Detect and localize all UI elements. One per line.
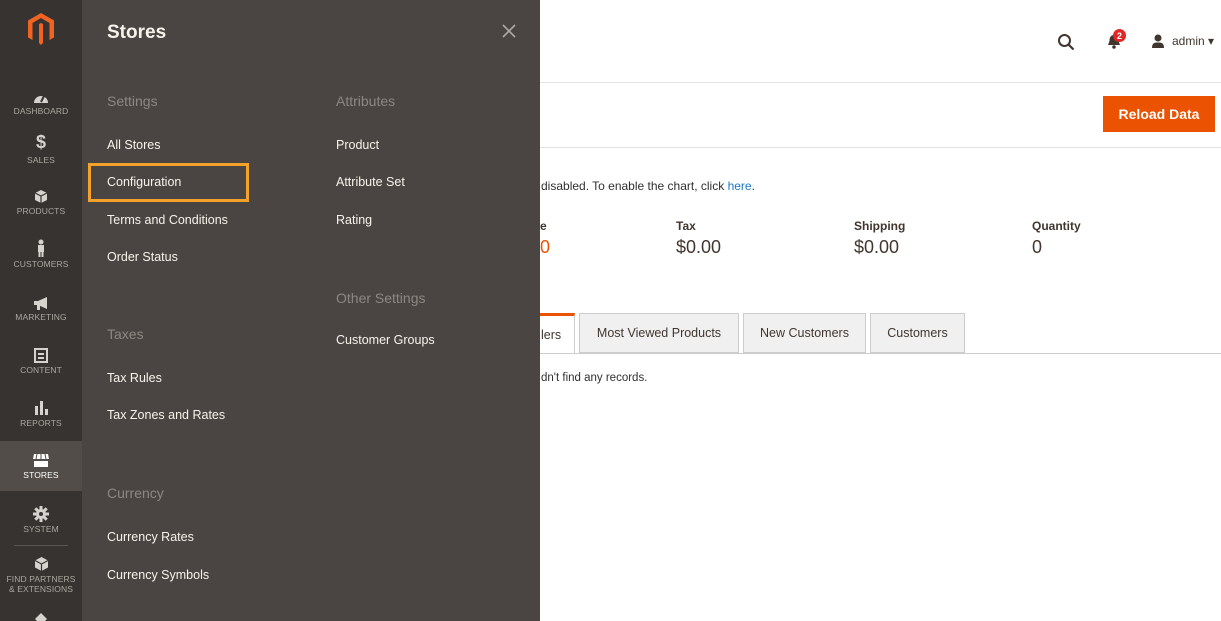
nav-more-icon xyxy=(34,612,48,621)
menu-link-currency-symbols[interactable]: Currency Symbols xyxy=(107,568,209,582)
chart-disabled-notice: disabled. To enable the chart, click her… xyxy=(541,179,755,193)
tab-customers[interactable]: Customers xyxy=(870,313,965,353)
group-title-currency: Currency xyxy=(107,485,164,501)
nav-content[interactable]: CONTENT xyxy=(0,341,82,393)
admin-sidebar: DASHBOARD $ SALES PRODUCTS CUSTOMERS MAR… xyxy=(0,0,82,621)
group-title-attributes: Attributes xyxy=(336,93,396,109)
toolbar-divider xyxy=(540,147,1221,148)
nav-stores[interactable]: STORES xyxy=(0,441,82,491)
user-icon[interactable] xyxy=(1150,32,1166,50)
header-divider xyxy=(540,82,1221,83)
stat-label-shipping: Shipping xyxy=(854,219,906,233)
close-icon[interactable] xyxy=(498,20,520,42)
nav-label: SYSTEM xyxy=(23,524,59,534)
search-icon[interactable] xyxy=(1056,32,1076,52)
stores-flyout-menu: Stores Settings All Stores Configuration… xyxy=(82,0,540,621)
nav-label-line2: & EXTENSIONS xyxy=(8,584,74,594)
notification-count-badge: 2 xyxy=(1113,29,1126,42)
menu-link-terms-and-conditions[interactable]: Terms and Conditions xyxy=(107,213,228,227)
menu-link-configuration[interactable]: Configuration xyxy=(107,175,181,189)
menu-link-product[interactable]: Product xyxy=(336,138,379,152)
nav-sales[interactable]: $ SALES xyxy=(0,131,82,183)
stat-label-quantity: Quantity xyxy=(1032,219,1081,233)
stat-value-shipping: $0.00 xyxy=(854,237,900,257)
grid-empty-message: dn't find any records. xyxy=(541,372,648,384)
nav-label: CUSTOMERS xyxy=(13,259,69,269)
nav-label-line1: FIND PARTNERS xyxy=(6,574,76,584)
group-title-other-settings: Other Settings xyxy=(336,290,426,306)
nav-label: MARKETING xyxy=(15,312,67,322)
stat-label-revenue-partial: e xyxy=(540,219,547,233)
tabs-divider xyxy=(540,353,1221,354)
nav-label: CONTENT xyxy=(20,365,62,375)
magento-logo-icon[interactable] xyxy=(0,12,82,52)
dashboard-icon xyxy=(0,82,82,104)
reload-data-button[interactable]: Reload Data xyxy=(1103,96,1215,132)
menu-link-all-stores[interactable]: All Stores xyxy=(107,138,161,152)
tab-new-customers[interactable]: New Customers xyxy=(743,313,866,353)
nav-label: PRODUCTS xyxy=(16,206,66,216)
stat-value-tax: $0.00 xyxy=(676,237,722,257)
tab-bestsellers[interactable]: lers xyxy=(540,313,575,353)
gear-icon xyxy=(0,500,82,522)
menu-link-currency-rates[interactable]: Currency Rates xyxy=(107,530,194,544)
menu-link-attribute-set[interactable]: Attribute Set xyxy=(336,175,405,189)
admin-user-menu[interactable]: admin ▾ xyxy=(1172,34,1214,48)
nav-find-partners[interactable]: FIND PARTNERS & EXTENSIONS xyxy=(0,550,82,602)
nav-customers[interactable]: CUSTOMERS xyxy=(0,235,82,287)
nav-dashboard[interactable]: DASHBOARD xyxy=(0,82,82,134)
group-title-taxes: Taxes xyxy=(107,326,144,342)
notice-end: . xyxy=(751,179,755,193)
box-icon xyxy=(0,182,82,204)
nav-reports[interactable]: REPORTS xyxy=(0,394,82,446)
nav-label: SALES xyxy=(27,155,55,165)
enable-chart-link[interactable]: here xyxy=(728,179,752,193)
person-icon xyxy=(0,235,82,257)
nav-label: DASHBOARD xyxy=(13,106,69,116)
megaphone-icon xyxy=(0,288,82,310)
menu-link-rating[interactable]: Rating xyxy=(336,213,372,227)
notice-text: disabled. To enable the chart, click xyxy=(541,179,728,193)
stat-value-quantity: 0 xyxy=(1032,237,1043,257)
menu-link-tax-rules[interactable]: Tax Rules xyxy=(107,371,162,385)
dollar-icon: $ xyxy=(35,132,46,152)
content-icon xyxy=(0,341,82,363)
flyout-title: Stores xyxy=(107,22,167,43)
bar-chart-icon xyxy=(0,394,82,416)
tab-most-viewed-products[interactable]: Most Viewed Products xyxy=(579,313,739,353)
stat-label-tax: Tax xyxy=(676,219,696,233)
nav-divider xyxy=(14,545,68,546)
menu-link-tax-zones-and-rates[interactable]: Tax Zones and Rates xyxy=(107,408,225,422)
stat-value-revenue-partial: 0 xyxy=(540,237,551,257)
cube-icon xyxy=(0,550,82,572)
notifications-button[interactable]: 2 xyxy=(1101,29,1127,51)
nav-marketing[interactable]: MARKETING xyxy=(0,288,82,340)
storefront-icon xyxy=(0,446,82,468)
group-title-settings: Settings xyxy=(107,93,158,109)
menu-link-customer-groups[interactable]: Customer Groups xyxy=(336,333,435,347)
menu-link-order-status[interactable]: Order Status xyxy=(107,250,178,264)
nav-products[interactable]: PRODUCTS xyxy=(0,182,82,234)
nav-label: STORES xyxy=(23,470,59,480)
nav-label: REPORTS xyxy=(20,418,62,428)
